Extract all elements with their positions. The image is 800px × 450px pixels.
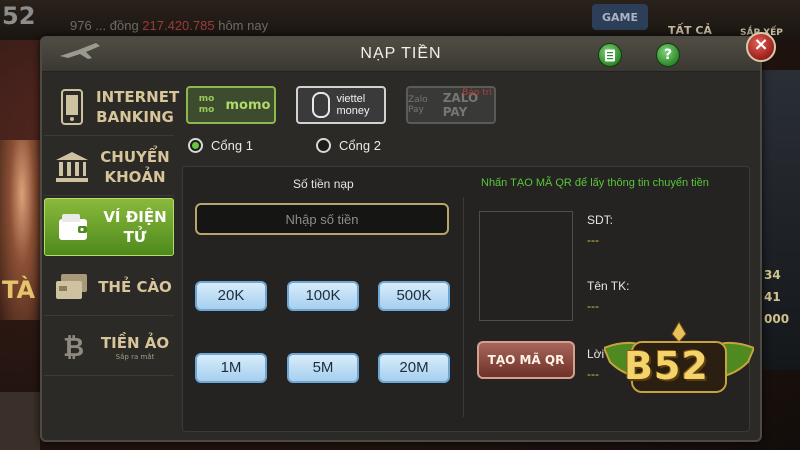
viettel-logo-icon [312,92,331,118]
help-button[interactable]: ? [656,43,680,67]
wallet-momo-button[interactable]: mo mo momo [186,86,276,124]
account-name-value: --- [587,299,599,313]
preset-5m-button[interactable]: 5M [287,353,359,383]
sidebar-item-bank-transfer[interactable]: CHUYỂN KHOẢN [44,138,174,196]
lobby-right-number: 000 [764,312,790,326]
document-icon [605,49,615,62]
modal-header: NẠP TIỀN ? × [42,32,776,72]
account-name-label: Tên TK: [587,279,630,293]
amount-input[interactable] [195,203,449,235]
zalopay-logo-icon: Zalo Pay [408,95,428,115]
lobby-bottom-thumbnail [0,392,40,450]
sidebar-item-crypto[interactable]: ₿ TIỀN ẢO Sắp ra mắt [44,318,174,376]
history-button[interactable] [598,43,622,67]
amount-label: Số tiền nạp [293,177,354,191]
close-button[interactable]: × [746,32,776,62]
radio-label: Cổng 1 [211,138,253,153]
wallet-zalopay-button[interactable]: Zalo Pay ZALO PAY Bảo trì [406,86,496,124]
preset-1m-button[interactable]: 1M [195,353,267,383]
gate-1-radio[interactable]: Cổng 1 [188,138,253,153]
gate-2-radio[interactable]: Cổng 2 [316,138,381,153]
wallet-label: momo [225,97,271,113]
maintenance-badge: Bảo trì [462,88,492,98]
radio-label: Cổng 2 [339,138,381,153]
radio-unchecked-icon [316,138,331,153]
lobby-left-promo-text: TÀ [2,276,36,304]
wallet-viettel-money-button[interactable]: viettel money [296,86,386,124]
svg-text:₿: ₿ [63,333,83,363]
qr-code-area [479,211,573,321]
message-label: Lời [587,347,605,361]
lobby-logo: 52 [2,2,36,30]
bitcoin-icon: ₿ [52,327,92,367]
sidebar-item-label: THẺ CÀO [98,277,172,296]
phone-value: --- [587,233,599,247]
momo-logo-icon: mo mo [198,94,215,115]
preset-500k-button[interactable]: 500K [378,281,450,311]
b52-brand-logo: B52 [602,318,756,408]
wallet-label: viettel [336,93,366,105]
sidebar-item-label: TIỀN ẢO Sắp ra mắt [96,333,174,361]
brand-text: B52 [624,344,709,388]
sidebar-item-label: VÍ ĐIỆN TỬ [103,208,167,246]
payment-method-sidebar: INTERNET BANKING CHUYỂN KHOẢN VÍ ĐIỆN TỬ… [42,74,180,440]
lobby-game-tag[interactable]: GAME [592,4,648,30]
modal-title: NẠP TIỀN [360,45,442,62]
message-value: --- [587,367,599,381]
create-qr-button[interactable]: TẠO MÃ QR [477,341,575,379]
wallet-label: money [336,105,370,117]
lobby-right-number: 34 [764,268,781,282]
preset-20k-button[interactable]: 20K [195,281,267,311]
lobby-right-number: 41 [764,290,781,304]
qr-hint-text: Nhấn TẠO MÃ QR để lấy thông tin chuyển t… [481,177,709,189]
lobby-ticker: 976 ... đồng 217.420.785 hôm nay [70,18,269,33]
phone-label: SDT: [587,213,614,227]
preset-20m-button[interactable]: 20M [378,353,450,383]
panel-divider [463,197,464,417]
card-icon [52,267,92,307]
bank-icon [52,147,92,187]
sidebar-item-e-wallet[interactable]: VÍ ĐIỆN TỬ [44,198,174,256]
radio-checked-icon [188,138,203,153]
sidebar-item-label: CHUYỂN KHOẢN [100,147,170,186]
coming-soon-note: Sắp ra mắt [115,352,155,361]
preset-100k-button[interactable]: 100K [287,281,359,311]
sidebar-item-label: INTERNET BANKING [96,87,180,126]
phone-icon [52,87,92,127]
sidebar-item-internet-banking[interactable]: INTERNET BANKING [44,78,180,136]
sidebar-item-scratch-card[interactable]: THẺ CÀO [44,258,174,316]
wallet-icon [53,207,93,247]
